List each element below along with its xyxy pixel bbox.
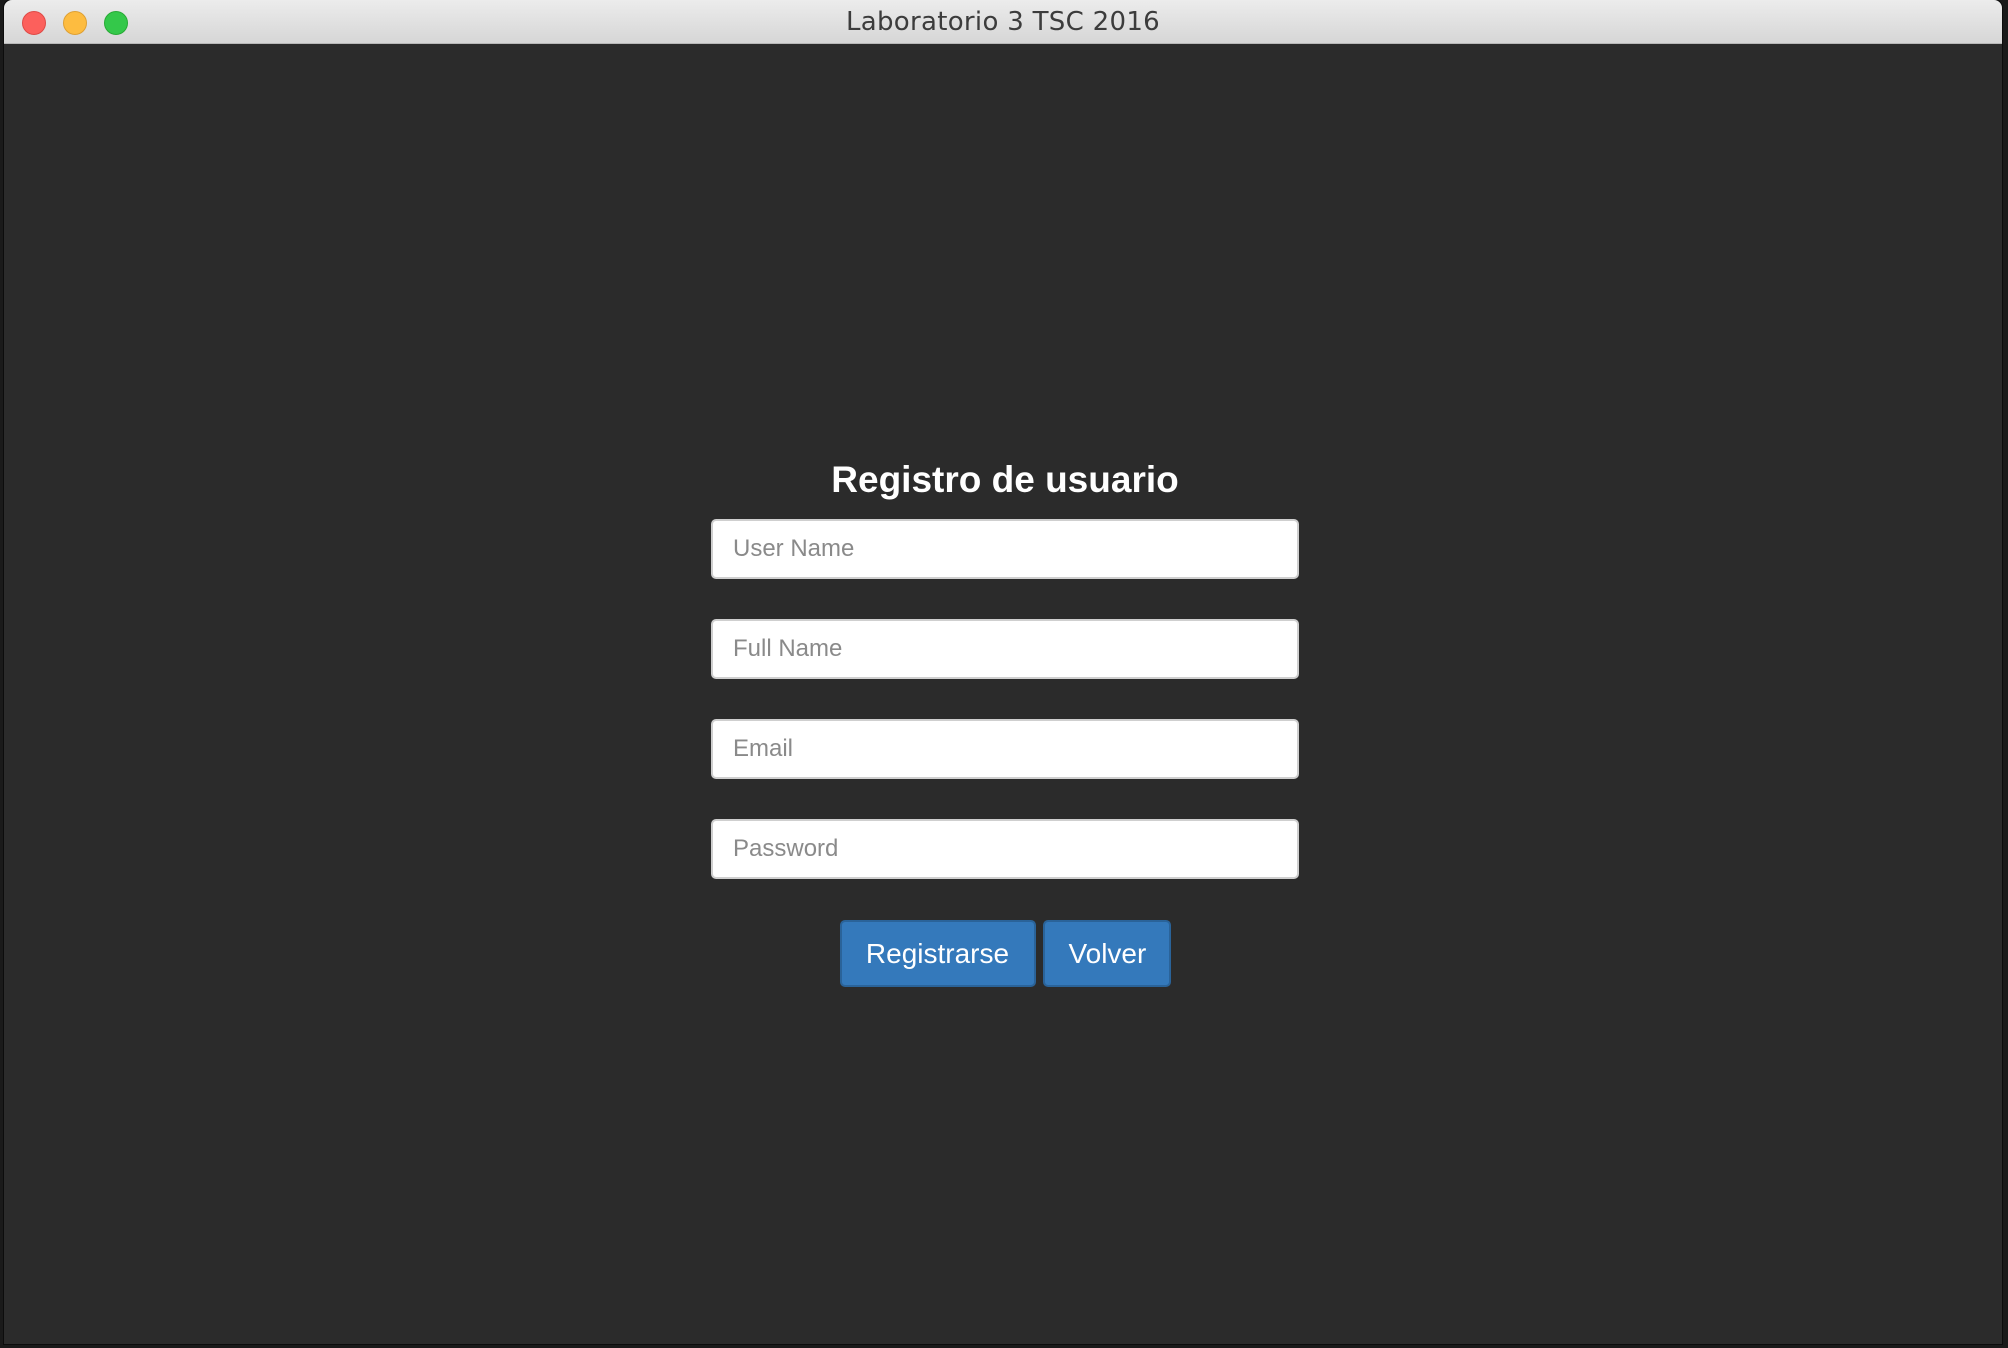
fullname-input[interactable]: [711, 619, 1299, 679]
title-bar[interactable]: Laboratorio 3 TSC 2016: [4, 0, 2002, 44]
password-input[interactable]: [711, 819, 1299, 879]
app-window: Laboratorio 3 TSC 2016 Registro de usuar…: [4, 0, 2002, 1344]
maximize-window-button[interactable]: [104, 11, 128, 35]
username-input[interactable]: [711, 519, 1299, 579]
form-actions: Registrarse Volver: [839, 920, 1171, 987]
minimize-window-button[interactable]: [63, 11, 87, 35]
window-title: Laboratorio 3 TSC 2016: [845, 6, 1161, 37]
form-title: Registro de usuario: [831, 459, 1179, 500]
email-input[interactable]: [711, 719, 1299, 779]
registration-form: Registro de usuario Registrarse Volver: [710, 459, 1300, 987]
back-button[interactable]: Volver: [1042, 920, 1171, 987]
window-controls: [22, 11, 128, 35]
main-content: Registro de usuario Registrarse Volver: [4, 44, 2002, 1344]
register-button[interactable]: Registrarse: [839, 920, 1036, 987]
close-window-button[interactable]: [22, 11, 46, 35]
